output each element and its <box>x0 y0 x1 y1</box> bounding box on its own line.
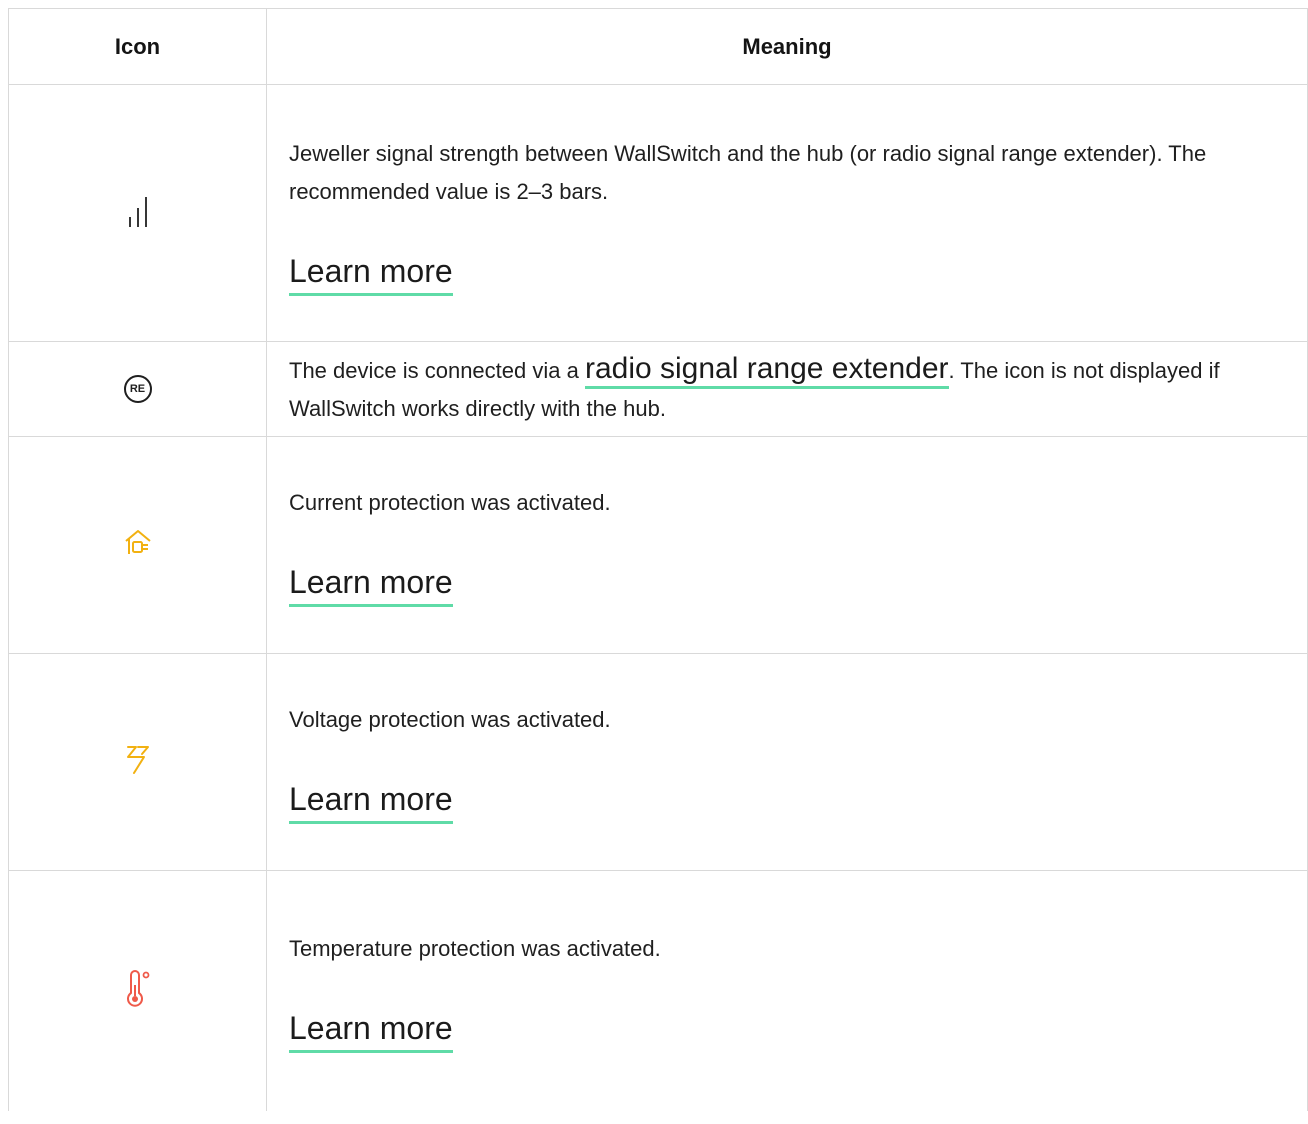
icons-table: Icon Meaning Jeweller signal strength be… <box>8 8 1308 1111</box>
meaning-cell: The device is connected via a radio sign… <box>266 341 1308 437</box>
icon-cell <box>8 653 267 871</box>
table-row: Voltage protection was activated. Learn … <box>8 653 1308 871</box>
current-protection-icon <box>122 527 154 564</box>
meaning-text: Current protection was activated. <box>289 489 611 515</box>
learn-more-link[interactable]: Learn more <box>289 251 453 296</box>
icon-cell <box>8 870 267 1111</box>
icon-cell <box>8 84 267 342</box>
learn-more-link[interactable]: Learn more <box>289 779 453 824</box>
learn-more-link[interactable]: Learn more <box>289 562 453 607</box>
range-extender-link[interactable]: radio signal range extender <box>584 352 949 389</box>
icon-cell <box>8 436 267 654</box>
meaning-text: The device is connected via a radio sign… <box>289 350 1285 428</box>
column-header-icon: Icon <box>8 8 267 85</box>
meaning-cell: Voltage protection was activated. Learn … <box>266 653 1308 871</box>
meaning-text: Jeweller signal strength between WallSwi… <box>289 140 1207 204</box>
table-row: Current protection was activated. Learn … <box>8 436 1308 654</box>
table-row: Temperature protection was activated. Le… <box>8 870 1308 1111</box>
table-row: RE The device is connected via a radio s… <box>8 341 1308 437</box>
meaning-cell: Current protection was activated. Learn … <box>266 436 1308 654</box>
temperature-protection-icon <box>122 969 154 1014</box>
voltage-protection-icon <box>122 743 154 782</box>
signal-strength-icon <box>118 191 158 236</box>
table-row: Jeweller signal strength between WallSwi… <box>8 84 1308 342</box>
meaning-text: Temperature protection was activated. <box>289 935 661 961</box>
meaning-cell: Jeweller signal strength between WallSwi… <box>266 84 1308 342</box>
meaning-text: Voltage protection was activated. <box>289 706 611 732</box>
meaning-cell: Temperature protection was activated. Le… <box>266 870 1308 1111</box>
learn-more-link[interactable]: Learn more <box>289 1008 453 1053</box>
meaning-text-before: The device is connected via a <box>289 358 585 383</box>
table-header-row: Icon Meaning <box>8 8 1308 85</box>
range-extender-icon: RE <box>123 375 152 403</box>
icon-cell: RE <box>8 341 267 437</box>
column-header-meaning: Meaning <box>266 8 1308 85</box>
